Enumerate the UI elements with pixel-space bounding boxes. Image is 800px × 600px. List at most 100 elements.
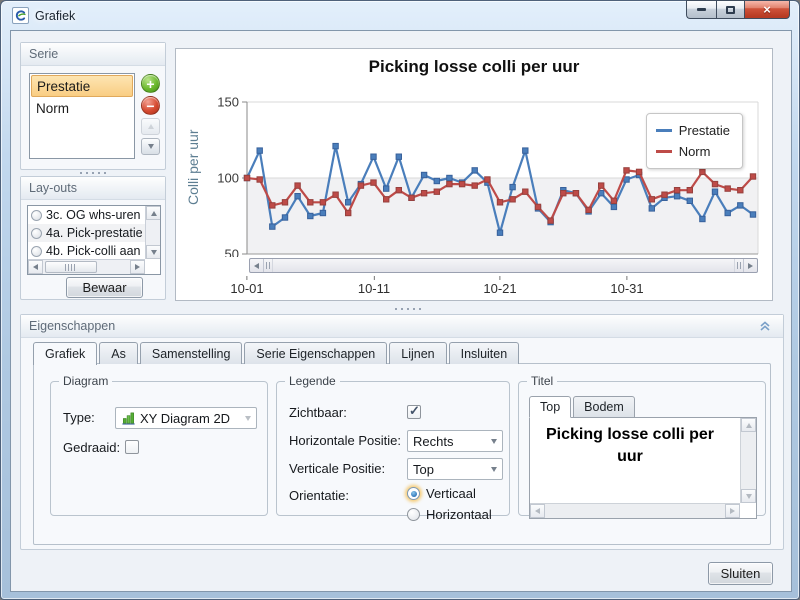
titel-group-title: Titel [527,374,557,388]
x-axis-tick: 10-21 [483,275,516,296]
x-axis-tick: 10-01 [230,275,263,296]
gedraaid-checkbox[interactable] [125,440,139,454]
chart-horizontal-scrollbar[interactable] [249,258,758,273]
move-up-button[interactable] [141,118,160,135]
window-title: Grafiek [35,9,75,23]
titlebar[interactable]: Grafiek × [1,1,799,30]
chart-legend: Prestatie Norm [646,113,743,169]
scroll-up-button[interactable] [741,418,756,432]
chevron-down-icon [239,408,256,428]
layout-list-item[interactable]: 4b. Pick-colli aan [28,242,145,260]
scrollbar-thumb[interactable] [273,259,734,272]
x-axis-tick: 10-11 [358,275,390,296]
x-axis-tick-label: 10-01 [230,281,263,296]
legend-label: Norm [679,144,711,159]
titel-tabstrip: TopBodem [529,396,637,418]
chart-title: Picking losse colli per uur [176,57,772,77]
orientatie-option-label: Horizontaal [426,507,492,522]
tab-as[interactable]: As [99,342,138,364]
legend-line-swatch [656,150,672,153]
titel-vertical-scrollbar[interactable] [740,418,756,503]
layouts-vertical-scrollbar[interactable] [145,206,160,259]
horizontale-positie-value: Rechts [413,434,453,449]
titel-text: Picking losse colli per uur [534,424,726,467]
layouts-horizontal-scrollbar[interactable] [28,259,145,274]
grip-icon [65,264,77,271]
remove-serie-button[interactable]: − [141,96,160,115]
x-axis-tick: 10-31 [610,275,643,296]
titel-text-editor[interactable]: Picking losse colli per uur [529,417,757,519]
arrow-right-icon [748,263,753,269]
radio-icon[interactable] [31,228,42,239]
arrow-up-icon [148,124,154,129]
radio-icon[interactable] [31,246,42,257]
zichtbaar-checkbox[interactable] [407,405,421,419]
orientatie-radio-verticaal[interactable] [407,487,420,500]
titel-horizontal-scrollbar[interactable] [530,503,740,518]
arrow-right-icon [135,264,140,270]
scroll-right-button[interactable] [743,259,757,272]
tab-serie-eigenschappen[interactable]: Serie Eigenschappen [244,342,387,364]
horizontale-positie-label: Horizontale Positie: [289,433,401,448]
range-left-handle[interactable] [264,259,273,272]
diagram-group-title: Diagram [59,374,112,388]
diagram-type-value: XY Diagram 2D [140,411,230,426]
save-layout-button[interactable]: Bewaar [66,277,143,298]
arrow-down-icon [151,250,157,255]
scroll-right-button[interactable] [725,504,740,518]
scroll-left-button[interactable] [28,260,43,274]
scroll-up-button[interactable] [146,206,161,220]
scroll-down-button[interactable] [146,245,161,259]
layouts-listbox[interactable]: 3c. OG whs-uren4a. Pick-prestatie4b. Pic… [27,205,161,275]
layouts-panel: Lay-outs 3c. OG whs-uren4a. Pick-prestat… [20,176,166,300]
move-down-button[interactable] [141,138,160,155]
close-dialog-button[interactable]: Sluiten [708,562,773,585]
scroll-left-button[interactable] [530,504,545,518]
orientatie-radio-horizontaal[interactable] [407,508,420,521]
scrollbar-thumb[interactable] [45,261,97,273]
scroll-left-button[interactable] [250,259,264,272]
radio-icon[interactable] [31,210,42,221]
legend-line-swatch [656,129,672,132]
minimize-button[interactable] [686,0,716,19]
arrow-left-icon [33,264,38,270]
tab-lijnen[interactable]: Lijnen [389,342,446,364]
serie-panel-title: Serie [29,47,58,61]
serie-list-item[interactable]: Prestatie [31,75,133,97]
x-axis-tick-label: 10-31 [610,281,643,296]
grip-icon [737,262,742,269]
close-button[interactable]: × [744,0,790,19]
x-axis-tick-label: 10-21 [483,281,516,296]
range-right-handle[interactable] [734,259,743,272]
serie-splitter-handle[interactable] [80,171,106,175]
layout-list-item[interactable]: 3c. OG whs-uren [28,206,145,224]
svg-text:150: 150 [217,95,239,110]
add-serie-button[interactable]: + [141,74,160,93]
grip-icon [266,262,271,269]
serie-list-item[interactable]: Norm [31,97,133,119]
maximize-button[interactable] [716,0,744,19]
arrow-down-icon [148,144,154,149]
arrow-down-icon [746,494,752,499]
tab-samenstelling[interactable]: Samenstelling [140,342,243,364]
collapse-panel-button[interactable] [755,318,775,334]
serie-listbox[interactable]: PrestatieNorm [29,73,135,159]
arrow-up-icon [151,211,157,216]
scroll-right-button[interactable] [130,260,145,274]
layout-list-item[interactable]: 4a. Pick-prestatie [28,224,145,242]
tab-insluiten[interactable]: Insluiten [449,342,520,364]
tab-grafiek[interactable]: Grafiek [33,342,97,365]
x-axis-tick-label: 10-11 [358,281,390,296]
diagram-type-combobox[interactable]: XY Diagram 2D [115,407,257,429]
serie-panel: Serie PrestatieNorm + − [20,42,166,170]
chart-panel: Picking losse colli per uur Colli per uu… [175,48,773,301]
verticale-positie-combobox[interactable]: Top [407,458,503,480]
grafiek-tab-content: Diagram Type: XY Diagram 2D [33,363,771,545]
horizontale-positie-combobox[interactable]: Rechts [407,430,503,452]
titel-tab-bodem[interactable]: Bodem [573,396,635,418]
legend-entry: Prestatie [656,120,730,141]
chart-splitter-handle[interactable] [395,307,421,311]
scroll-down-button[interactable] [741,489,756,503]
titel-tab-top[interactable]: Top [529,396,571,418]
orientatie-label: Orientatie: [289,488,349,503]
